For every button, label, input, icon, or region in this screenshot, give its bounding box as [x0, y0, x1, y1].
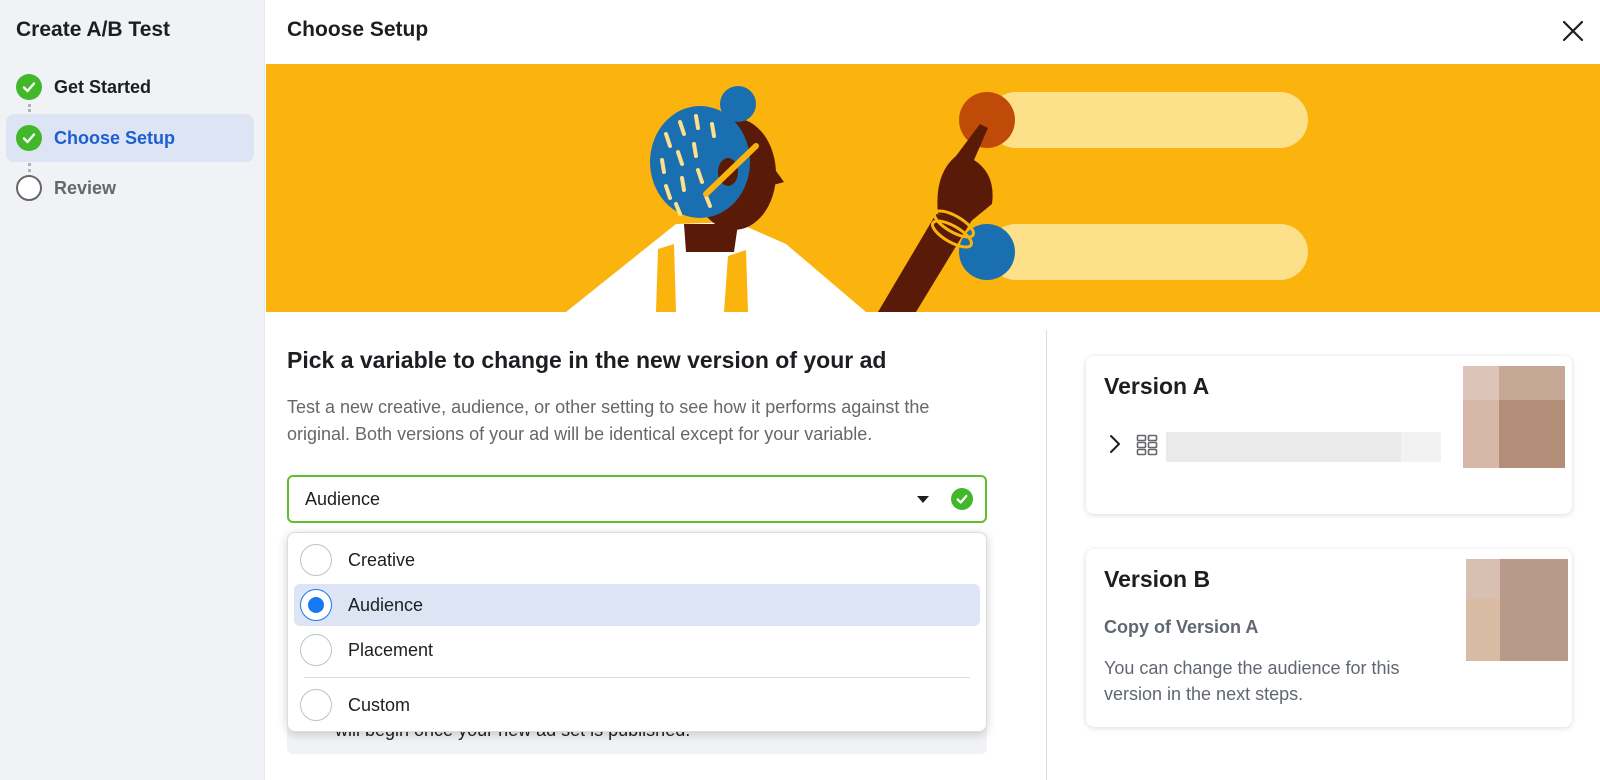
- card-title: Version A: [1104, 373, 1210, 399]
- close-button[interactable]: [1560, 18, 1586, 44]
- empty-circle-icon: [16, 175, 42, 201]
- card-title: Version B: [1104, 566, 1211, 592]
- step-label: Review: [54, 177, 117, 198]
- radio-button[interactable]: [300, 689, 332, 721]
- ad-thumbnail: [1466, 559, 1568, 661]
- check-circle-icon: [16, 74, 42, 100]
- check-circle-icon: [951, 488, 973, 510]
- illustration: [566, 86, 1308, 312]
- redacted-ad-name: [1166, 432, 1441, 462]
- radio-button[interactable]: [300, 544, 332, 576]
- version-a-card: Version A: [1086, 356, 1572, 514]
- caret-down-icon: [917, 495, 929, 503]
- page-title: Choose Setup: [287, 18, 429, 41]
- card-description: You can change the audience for this ver…: [1104, 658, 1400, 704]
- ad-grid-icon: [1136, 434, 1158, 461]
- version-b-card: Version B Copy of Version A You can chan…: [1086, 549, 1572, 727]
- option-label: Placement: [348, 639, 434, 660]
- header: Choose Setup: [266, 0, 1600, 64]
- option-creative[interactable]: Creative: [294, 539, 980, 581]
- close-icon: [1562, 20, 1584, 42]
- radio-button[interactable]: [300, 634, 332, 666]
- radio-dot: [308, 597, 324, 613]
- step-label: Choose Setup: [54, 127, 176, 148]
- sidebar: Create A/B Test Get Started Choose Setup…: [0, 0, 265, 780]
- option-label: Audience: [348, 594, 424, 615]
- option-placement[interactable]: Placement: [294, 629, 980, 671]
- column-divider: [1046, 330, 1047, 780]
- section-heading: Pick a variable to change in the new ver…: [287, 347, 887, 373]
- card-subtitle: Copy of Version A: [1104, 617, 1259, 637]
- radio-button-selected[interactable]: [300, 589, 332, 621]
- select-value: Audience: [305, 488, 381, 509]
- step-choose-setup[interactable]: Choose Setup: [6, 114, 254, 162]
- variable-section: Pick a variable to change in the new ver…: [266, 312, 1046, 780]
- variable-select[interactable]: Audience: [287, 475, 987, 523]
- sidebar-title: Create A/B Test: [16, 18, 171, 41]
- option-audience[interactable]: Audience: [294, 584, 980, 626]
- option-custom[interactable]: Custom: [294, 684, 980, 726]
- ad-thumbnail: [1463, 366, 1565, 468]
- check-circle-icon: [16, 125, 42, 151]
- variable-dropdown-menu: Creative Audience Placement Custom: [287, 532, 987, 732]
- header-illustration: [266, 64, 1600, 312]
- step-review[interactable]: Review: [6, 164, 254, 212]
- step-get-started[interactable]: Get Started: [6, 63, 254, 111]
- option-label: Creative: [348, 549, 416, 570]
- menu-divider: [304, 677, 970, 678]
- section-description: Test a new creative, audience, or other …: [287, 397, 930, 444]
- option-label: Custom: [348, 694, 411, 715]
- chevron-right-icon[interactable]: [1108, 434, 1122, 459]
- step-label: Get Started: [54, 76, 152, 97]
